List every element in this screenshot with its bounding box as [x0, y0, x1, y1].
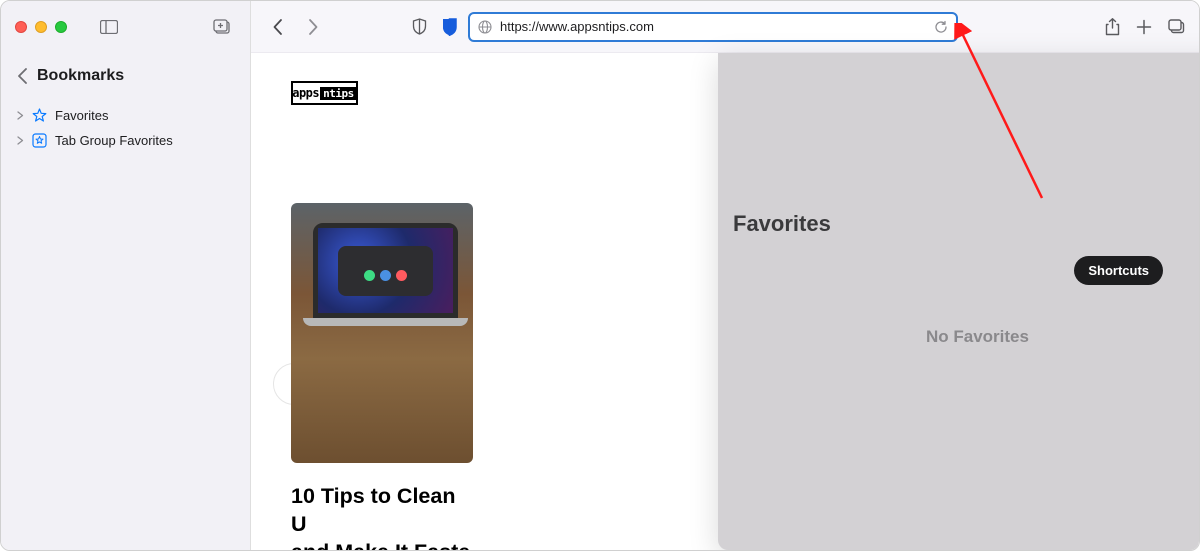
sidebar-title: Bookmarks: [37, 67, 124, 85]
dropdown-empty-text: No Favorites: [718, 327, 1200, 347]
privacy-shield-icon[interactable]: [412, 18, 427, 35]
reload-icon[interactable]: [934, 20, 948, 34]
sidebar-toggle-icon[interactable]: [95, 15, 123, 39]
bookmarks-sidebar: Bookmarks Favorites Tab Group Favori: [1, 1, 251, 550]
logo-text-a: apps: [292, 86, 319, 100]
nav-back-button[interactable]: [265, 15, 289, 39]
share-icon[interactable]: [1105, 18, 1120, 36]
browser-window: Bookmarks Favorites Tab Group Favori: [0, 0, 1200, 551]
globe-icon: [478, 20, 492, 34]
logo-text-b: ntips: [320, 87, 357, 100]
toolbar-right-tools: [1105, 18, 1185, 36]
close-window-button[interactable]: [15, 21, 27, 33]
article-image: [291, 203, 473, 463]
sidebar-item-tab-group-favorites[interactable]: Tab Group Favorites: [7, 128, 244, 153]
sidebar-header: Bookmarks: [1, 53, 250, 99]
dropdown-heading: Favorites: [733, 211, 1200, 237]
nav-forward-button[interactable]: [301, 15, 325, 39]
url-input[interactable]: [500, 19, 926, 34]
category-badge[interactable]: Shortcuts: [1074, 256, 1163, 285]
fullscreen-window-button[interactable]: [55, 21, 67, 33]
minimize-window-button[interactable]: [35, 21, 47, 33]
article-card-left[interactable]: 10 Tips to Clean U and Make It Faste: [291, 203, 473, 550]
sidebar-back-button[interactable]: [17, 68, 27, 84]
new-tab-group-icon[interactable]: [208, 15, 236, 39]
tab-overview-icon[interactable]: [1168, 19, 1185, 34]
star-icon: [32, 108, 47, 123]
sidebar-item-label: Tab Group Favorites: [55, 133, 173, 148]
bookmarks-list: Favorites Tab Group Favorites: [1, 99, 250, 157]
site-logo[interactable]: appsntips: [291, 81, 358, 105]
urlbar-container: [337, 12, 1085, 42]
chevron-right-icon: [17, 136, 24, 145]
new-tab-plus-icon[interactable]: [1136, 19, 1152, 35]
main-area: appsntips: [251, 1, 1199, 550]
chevron-right-icon: [17, 111, 24, 120]
urlbar-suggestions-dropdown: Favorites No Favorites: [718, 53, 1200, 550]
article-title: 10 Tips to Clean U and Make It Faste: [291, 483, 473, 550]
privacy-indicators: [412, 18, 458, 36]
sidebar-item-favorites[interactable]: Favorites: [7, 103, 244, 128]
extension-shield-icon[interactable]: [441, 18, 458, 36]
sidebar-toolbar: [1, 1, 250, 53]
address-bar[interactable]: [468, 12, 958, 42]
sidebar-item-label: Favorites: [55, 108, 108, 123]
browser-toolbar: [251, 1, 1199, 53]
tab-group-star-icon: [32, 133, 47, 148]
window-traffic-lights: [15, 21, 67, 33]
